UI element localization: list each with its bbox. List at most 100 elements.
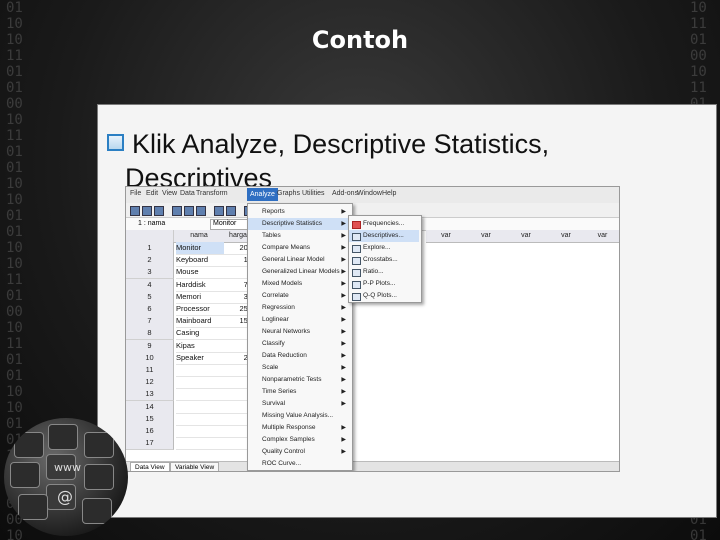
cell-nama[interactable] xyxy=(176,376,224,390)
toolbar-button-icon[interactable] xyxy=(142,206,152,216)
row-number[interactable]: 17 xyxy=(126,437,174,451)
cell-nama[interactable]: Harddisk xyxy=(176,279,224,292)
cell-nama[interactable] xyxy=(176,437,224,451)
submenu-item-crosstabs[interactable]: Crosstabs... xyxy=(349,254,419,266)
cell-nama[interactable]: Mainboard xyxy=(176,315,224,329)
menu-add-ons[interactable]: Add-ons xyxy=(332,190,358,197)
cell-nama[interactable]: Memori xyxy=(176,291,224,304)
submenu-item-ratio[interactable]: Ratio... xyxy=(349,266,419,278)
analyze-menu-item-regression[interactable]: Regression ▶ xyxy=(248,302,350,314)
row-number[interactable]: 7 xyxy=(126,315,174,329)
menu-graphs[interactable]: Graphs xyxy=(277,190,300,197)
column-header-var[interactable]: var xyxy=(466,230,507,243)
row-number[interactable]: 2 xyxy=(126,254,174,268)
analyze-menu-item-scale[interactable]: Scale ▶ xyxy=(248,362,350,374)
row-number[interactable]: 15 xyxy=(126,412,174,426)
analyze-menu-item-data-reduction[interactable]: Data Reduction ▶ xyxy=(248,350,350,362)
submenu-item-descriptives[interactable]: Descriptives... xyxy=(349,230,419,242)
analyze-menu-item-loglinear[interactable]: Loglinear ▶ xyxy=(248,314,350,326)
cell-nama[interactable]: Keyboard xyxy=(176,254,224,268)
cell-nama[interactable]: Kipas xyxy=(176,340,224,353)
submenu-item-p-p-plots[interactable]: P-P Plots... xyxy=(349,278,419,290)
row-number[interactable]: 3 xyxy=(126,266,174,280)
column-header-var[interactable]: var xyxy=(426,230,467,243)
analyze-menu-item-reports[interactable]: Reports ▶ xyxy=(248,206,350,218)
cell-nama[interactable] xyxy=(176,413,224,426)
cell-nama[interactable]: Speaker xyxy=(176,352,224,365)
row-number[interactable]: 8 xyxy=(126,327,174,341)
analyze-menu-item-neural-networks[interactable]: Neural Networks ▶ xyxy=(248,326,350,338)
analyze-menu-item-roc-curve[interactable]: ROC Curve... xyxy=(248,458,350,470)
toolbar-button-icon[interactable] xyxy=(130,206,140,216)
chevron-right-icon: ▶ xyxy=(341,329,346,335)
row-number[interactable]: 4 xyxy=(126,278,174,292)
row-number[interactable]: 14 xyxy=(126,400,174,414)
analyze-menu-item-descriptive-statistics[interactable]: Descriptive Statistics ▶ xyxy=(248,218,350,230)
column-header-var[interactable]: var xyxy=(506,230,547,243)
cell-nama[interactable] xyxy=(176,425,224,438)
row-number[interactable]: 13 xyxy=(126,388,174,402)
bullet-line-1: Klik Analyze, Descriptive Statistics, xyxy=(107,128,707,160)
menu-data[interactable]: Data xyxy=(180,190,195,197)
chevron-right-icon: ▶ xyxy=(341,389,346,395)
toolbar-button-icon[interactable] xyxy=(214,206,224,216)
analyze-menu-item-complex-samples[interactable]: Complex Samples ▶ xyxy=(248,434,350,446)
chevron-right-icon: ▶ xyxy=(341,305,346,311)
chevron-right-icon: ▶ xyxy=(341,233,346,239)
tab-variable-view[interactable]: Variable View xyxy=(170,462,220,471)
analyze-menu-item-compare-means[interactable]: Compare Means ▶ xyxy=(248,242,350,254)
menu-help[interactable]: Help xyxy=(382,190,396,197)
analyze-menu-item-time-series[interactable]: Time Series ▶ xyxy=(248,386,350,398)
toolbar-button-icon[interactable] xyxy=(196,206,206,216)
row-number[interactable]: 5 xyxy=(126,290,174,304)
cell-nama[interactable]: Monitor xyxy=(176,242,224,255)
menu-file[interactable]: File xyxy=(130,190,141,197)
menu-window[interactable]: Window xyxy=(357,190,382,197)
row-number[interactable]: 10 xyxy=(126,351,174,365)
menu-view[interactable]: View xyxy=(162,190,177,197)
column-header-var[interactable]: var xyxy=(586,230,619,243)
menu-transform[interactable]: Transform xyxy=(196,190,228,197)
analyze-menu-item-tables[interactable]: Tables ▶ xyxy=(248,230,350,242)
cell-nama[interactable]: Mouse xyxy=(176,266,224,280)
analyze-menu-item-quality-control[interactable]: Quality Control ▶ xyxy=(248,446,350,458)
toolbar-button-icon[interactable] xyxy=(184,206,194,216)
row-number[interactable]: 11 xyxy=(126,364,174,377)
cell-nama[interactable]: Casing xyxy=(176,327,224,341)
submenu-item-explore[interactable]: Explore... xyxy=(349,242,419,254)
toolbar-button-icon[interactable] xyxy=(154,206,164,216)
analyze-menu-item-missing-value-analysis[interactable]: Missing Value Analysis... xyxy=(248,410,350,422)
chevron-right-icon: ▶ xyxy=(341,317,346,323)
analyze-menu-item-mixed-models[interactable]: Mixed Models ▶ xyxy=(248,278,350,290)
cell-nama[interactable] xyxy=(176,388,224,402)
row-number[interactable]: 1 xyxy=(126,242,174,255)
analyze-menu-item-multiple-response[interactable]: Multiple Response ▶ xyxy=(248,422,350,434)
analyze-menu-item-survival[interactable]: Survival ▶ xyxy=(248,398,350,410)
toolbar-button-icon[interactable] xyxy=(226,206,236,216)
row-number[interactable]: 9 xyxy=(126,339,174,353)
cell-nama[interactable]: Processor xyxy=(176,303,224,316)
row-number[interactable]: 12 xyxy=(126,376,174,390)
menu-item-label: Explore... xyxy=(363,244,391,251)
cell-nama[interactable] xyxy=(176,364,224,377)
analyze-menu-item-correlate[interactable]: Correlate ▶ xyxy=(248,290,350,302)
menu-analyze[interactable]: Analyze xyxy=(247,188,278,201)
submenu-item-frequencies[interactable]: Frequencies... xyxy=(349,218,419,230)
analyze-menu-item-classify[interactable]: Classify ▶ xyxy=(248,338,350,350)
row-number[interactable]: 6 xyxy=(126,303,174,316)
analyze-menu-item-generalized-linear-models[interactable]: Generalized Linear Models ▶ xyxy=(248,266,350,278)
toolbar-button-icon[interactable] xyxy=(172,206,182,216)
analyze-menu-item-nonparametric-tests[interactable]: Nonparametric Tests ▶ xyxy=(248,374,350,386)
menu-item-label: Neural Networks xyxy=(262,328,311,335)
tab-data-view[interactable]: Data View xyxy=(130,462,170,471)
submenu-item-q-q-plots[interactable]: Q-Q Plots... xyxy=(349,290,419,302)
menu-item-label: Regression xyxy=(262,304,295,311)
analyze-menu-item-general-linear-model[interactable]: General Linear Model ▶ xyxy=(248,254,350,266)
menu-utilities[interactable]: Utilities xyxy=(302,190,325,197)
menu-edit[interactable]: Edit xyxy=(146,190,158,197)
globe-tile xyxy=(82,498,112,524)
column-header-var[interactable]: var xyxy=(546,230,587,243)
row-number[interactable]: 16 xyxy=(126,425,174,438)
cell-nama[interactable] xyxy=(176,401,224,414)
menu-item-label: Tables xyxy=(262,232,281,239)
